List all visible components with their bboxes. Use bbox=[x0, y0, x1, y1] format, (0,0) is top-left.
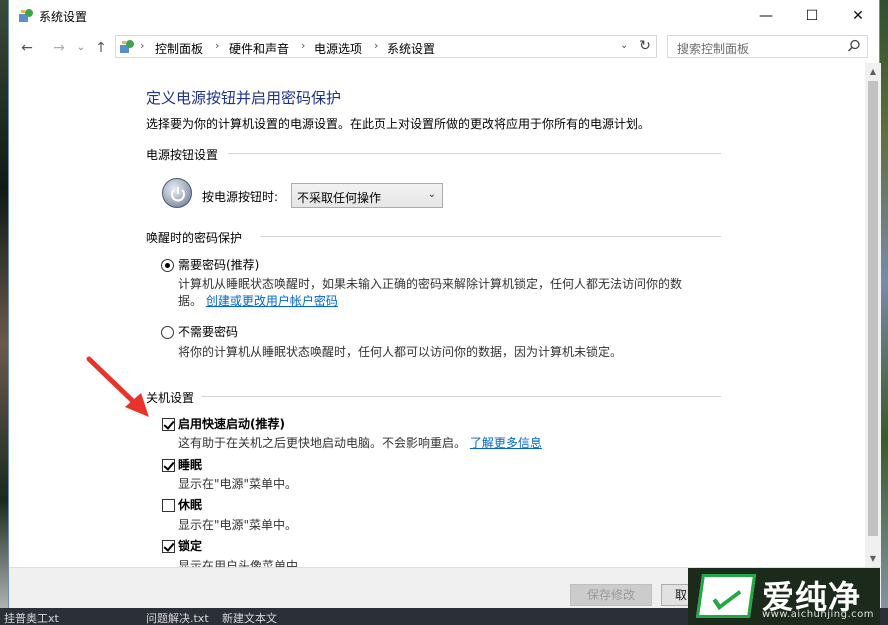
sleep-description: 显示在"电源"菜单中。 bbox=[178, 477, 298, 491]
require-password-label[interactable]: 需要密码(推荐) bbox=[178, 256, 259, 273]
section-divider bbox=[260, 236, 721, 237]
window-title: 系统设置 bbox=[39, 10, 88, 24]
control-panel-icon bbox=[19, 9, 33, 22]
address-dropdown-chevron-icon[interactable]: ⌄ bbox=[620, 40, 628, 51]
up-arrow-icon[interactable]: ↑ bbox=[91, 39, 111, 57]
desktop-background-left bbox=[0, 0, 8, 625]
fast-startup-label[interactable]: 启用快速启动(推荐) bbox=[178, 415, 285, 432]
save-changes-button[interactable]: 保存修改 bbox=[570, 584, 652, 606]
fast-startup-checkbox[interactable] bbox=[162, 418, 175, 431]
no-password-radio[interactable] bbox=[161, 326, 174, 339]
system-settings-window: 系统设置 — ☐ ✕ ← → ⌄ ↑ › 控制面板 › 硬件和声音 › 电源选项… bbox=[8, 0, 881, 608]
page-description: 选择要为你的计算机设置的电源设置。在此页上对设置所做的更改将应用于你所有的电源计… bbox=[146, 117, 651, 131]
chevron-down-icon: ⌄ bbox=[427, 189, 436, 200]
require-password-description: 计算机从睡眠状态唤醒时，如果未输入正确的密码来解除计算机锁定，任何人都无法访问你… bbox=[178, 277, 683, 291]
power-button-action-label: 按电源按钮时: bbox=[202, 190, 279, 204]
breadcrumb-separator-icon: › bbox=[301, 39, 306, 52]
power-button-icon bbox=[162, 178, 192, 208]
breadcrumb-control-panel[interactable]: 控制面板 bbox=[155, 40, 203, 57]
main-content: 定义电源按钮并启用密码保护 选择要为你的计算机设置的电源设置。在此页上对设置所做… bbox=[9, 63, 865, 567]
search-icon[interactable] bbox=[847, 39, 861, 53]
recent-locations-chevron-icon[interactable]: ⌄ bbox=[71, 39, 91, 57]
learn-more-link[interactable]: 了解更多信息 bbox=[470, 436, 542, 450]
title-bar[interactable]: 系统设置 — ☐ ✕ bbox=[9, 0, 879, 31]
breadcrumb-system-settings[interactable]: 系统设置 bbox=[387, 40, 435, 57]
brand-logo-icon bbox=[695, 574, 757, 618]
lock-label[interactable]: 锁定 bbox=[178, 537, 202, 554]
description-text: 这有助于在关机之后更快地启动电脑。不会影响重启。 bbox=[178, 436, 467, 450]
minimize-button[interactable]: — bbox=[743, 0, 789, 31]
breadcrumb-separator-icon: › bbox=[140, 39, 145, 52]
fast-startup-description: 这有助于在关机之后更快地启动电脑。不会影响重启。 了解更多信息 bbox=[178, 434, 542, 451]
close-button[interactable]: ✕ bbox=[835, 0, 881, 31]
require-password-description-end: 据。 创建或更改用户帐户密码 bbox=[178, 292, 338, 309]
scroll-up-arrow-icon[interactable]: ▲ bbox=[865, 63, 881, 80]
breadcrumb-power-options[interactable]: 电源选项 bbox=[314, 40, 362, 57]
control-panel-icon bbox=[120, 40, 134, 53]
maximize-button[interactable]: ☐ bbox=[789, 0, 835, 31]
power-button-action-select[interactable]: 不采取任何操作 ⌄ bbox=[291, 183, 443, 208]
section-divider bbox=[202, 396, 721, 397]
hibernate-label[interactable]: 休眠 bbox=[178, 496, 202, 513]
lock-description: 显示在用户头像菜单中。 bbox=[178, 559, 311, 567]
hibernate-description: 显示在"电源"菜单中。 bbox=[178, 518, 298, 532]
back-arrow-icon[interactable]: ← bbox=[17, 39, 37, 57]
brand-watermark-logo: 爱纯净 www.aichunjing.com bbox=[688, 568, 880, 625]
password-section-title: 唤醒时的密码保护 bbox=[146, 231, 243, 245]
search-input[interactable]: 搜索控制面板 bbox=[677, 40, 749, 57]
address-bar[interactable]: › 控制面板 › 硬件和声音 › 电源选项 › 系统设置 ⌄ bbox=[115, 35, 657, 58]
change-password-link[interactable]: 创建或更改用户帐户密码 bbox=[206, 294, 338, 308]
power-button-action-value: 不采取任何操作 bbox=[297, 191, 382, 205]
sleep-label[interactable]: 睡眠 bbox=[178, 456, 202, 473]
require-password-radio[interactable] bbox=[161, 259, 174, 272]
no-password-description: 将你的计算机从睡眠状态唤醒时，任何人都可以访问你的数据，因为计算机未锁定。 bbox=[178, 345, 623, 359]
breadcrumb-separator-icon: › bbox=[215, 39, 220, 52]
breadcrumb-hardware-sound[interactable]: 硬件和声音 bbox=[229, 40, 289, 57]
vertical-scrollbar[interactable]: ▲ ▼ bbox=[865, 63, 881, 567]
taskbar-item[interactable]: 新建文本文 bbox=[222, 610, 277, 625]
scroll-down-arrow-icon[interactable]: ▼ bbox=[865, 550, 881, 567]
refresh-icon[interactable]: ↻ bbox=[633, 35, 657, 58]
page-title: 定义电源按钮并启用密码保护 bbox=[146, 89, 342, 107]
taskbar-item[interactable]: 问题解决.txt bbox=[146, 610, 209, 625]
sleep-checkbox[interactable] bbox=[162, 459, 175, 472]
scrollbar-thumb[interactable] bbox=[868, 81, 878, 536]
lock-checkbox[interactable] bbox=[162, 540, 175, 553]
breadcrumb-separator-icon: › bbox=[374, 39, 379, 52]
search-box[interactable]: 搜索控制面板 bbox=[667, 35, 868, 58]
brand-url: www.aichunjing.com bbox=[762, 609, 874, 620]
hibernate-checkbox[interactable] bbox=[162, 499, 175, 512]
no-password-label[interactable]: 不需要密码 bbox=[178, 323, 238, 340]
desktop-background-right bbox=[880, 0, 888, 625]
description-text: 据。 bbox=[178, 294, 203, 308]
forward-arrow-icon[interactable]: → bbox=[49, 39, 69, 57]
red-annotation-arrow bbox=[86, 356, 149, 417]
navigation-bar: ← → ⌄ ↑ › 控制面板 › 硬件和声音 › 电源选项 › 系统设置 ⌄ ↻… bbox=[9, 31, 879, 63]
section-divider bbox=[228, 153, 721, 154]
power-section-title: 电源按钮设置 bbox=[146, 148, 219, 162]
taskbar-item[interactable]: 挂普奥工xt bbox=[4, 610, 59, 625]
